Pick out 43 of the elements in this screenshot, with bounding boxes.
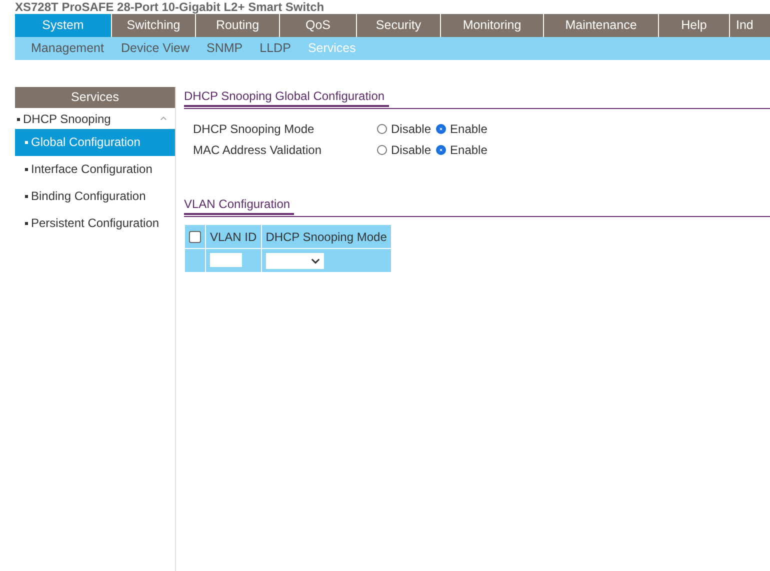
main-tab[interactable]: Help	[659, 14, 730, 37]
checkbox[interactable]	[189, 231, 201, 244]
radio-button[interactable]	[377, 124, 387, 134]
sidebar-item[interactable]: Persistent Configuration	[15, 210, 175, 237]
radio-button[interactable]	[436, 144, 446, 154]
column-header: DHCP Snooping Mode	[266, 230, 387, 244]
radio-label: Disable	[391, 142, 432, 156]
column-header: VLAN ID	[210, 230, 257, 244]
caret-icon	[310, 258, 320, 264]
sidebar-item[interactable]: Binding Configuration	[15, 183, 175, 210]
main-tab[interactable]: QoS	[280, 14, 357, 37]
sidebar-item[interactable]: Global Configuration	[15, 129, 175, 156]
bullet-icon	[25, 168, 28, 172]
main-tab[interactable]: Routing	[196, 14, 280, 37]
main-tab[interactable]: Maintenance	[544, 14, 659, 37]
main-tab[interactable]: Ind	[730, 14, 770, 37]
sidebar-header: Services	[15, 87, 175, 108]
sub-tab[interactable]: Management	[31, 37, 104, 60]
sub-tab[interactable]: LLDP	[260, 37, 291, 60]
chevron-icon[interactable]	[160, 116, 167, 121]
field-label: DHCP Snooping Mode	[193, 122, 316, 136]
sub-tab[interactable]: SNMP	[206, 37, 243, 60]
radio-button[interactable]	[377, 144, 387, 154]
bullet-icon	[25, 141, 28, 144]
section-title: DHCP Snooping Global Configuration	[184, 87, 389, 107]
sidebar-item[interactable]: Interface Configuration	[15, 156, 175, 183]
radio-label: Enable	[450, 142, 488, 156]
main-tab[interactable]: Security	[357, 14, 441, 37]
main-tab[interactable]: System	[15, 14, 112, 37]
section-title: VLAN Configuration	[184, 195, 294, 215]
main-tab[interactable]: Monitoring	[441, 14, 544, 37]
page-title: XS728T ProSAFE 28-Port 10-Gigabit L2+ Smart Switch	[14, 0, 326, 14]
bullet-icon	[25, 222, 28, 226]
vlan-id-input[interactable]	[210, 253, 242, 268]
radio-label: Enable	[450, 122, 488, 136]
bullet-icon	[17, 118, 20, 121]
radio-button[interactable]	[436, 124, 446, 134]
sidebar-group[interactable]: DHCP Snooping	[17, 112, 111, 126]
bullet-icon	[25, 195, 28, 198]
radio-label: Disable	[391, 122, 432, 136]
sub-tab[interactable]: Device View	[120, 37, 190, 60]
main-tab[interactable]: Switching	[112, 14, 196, 37]
field-label: MAC Address Validation	[193, 142, 323, 156]
